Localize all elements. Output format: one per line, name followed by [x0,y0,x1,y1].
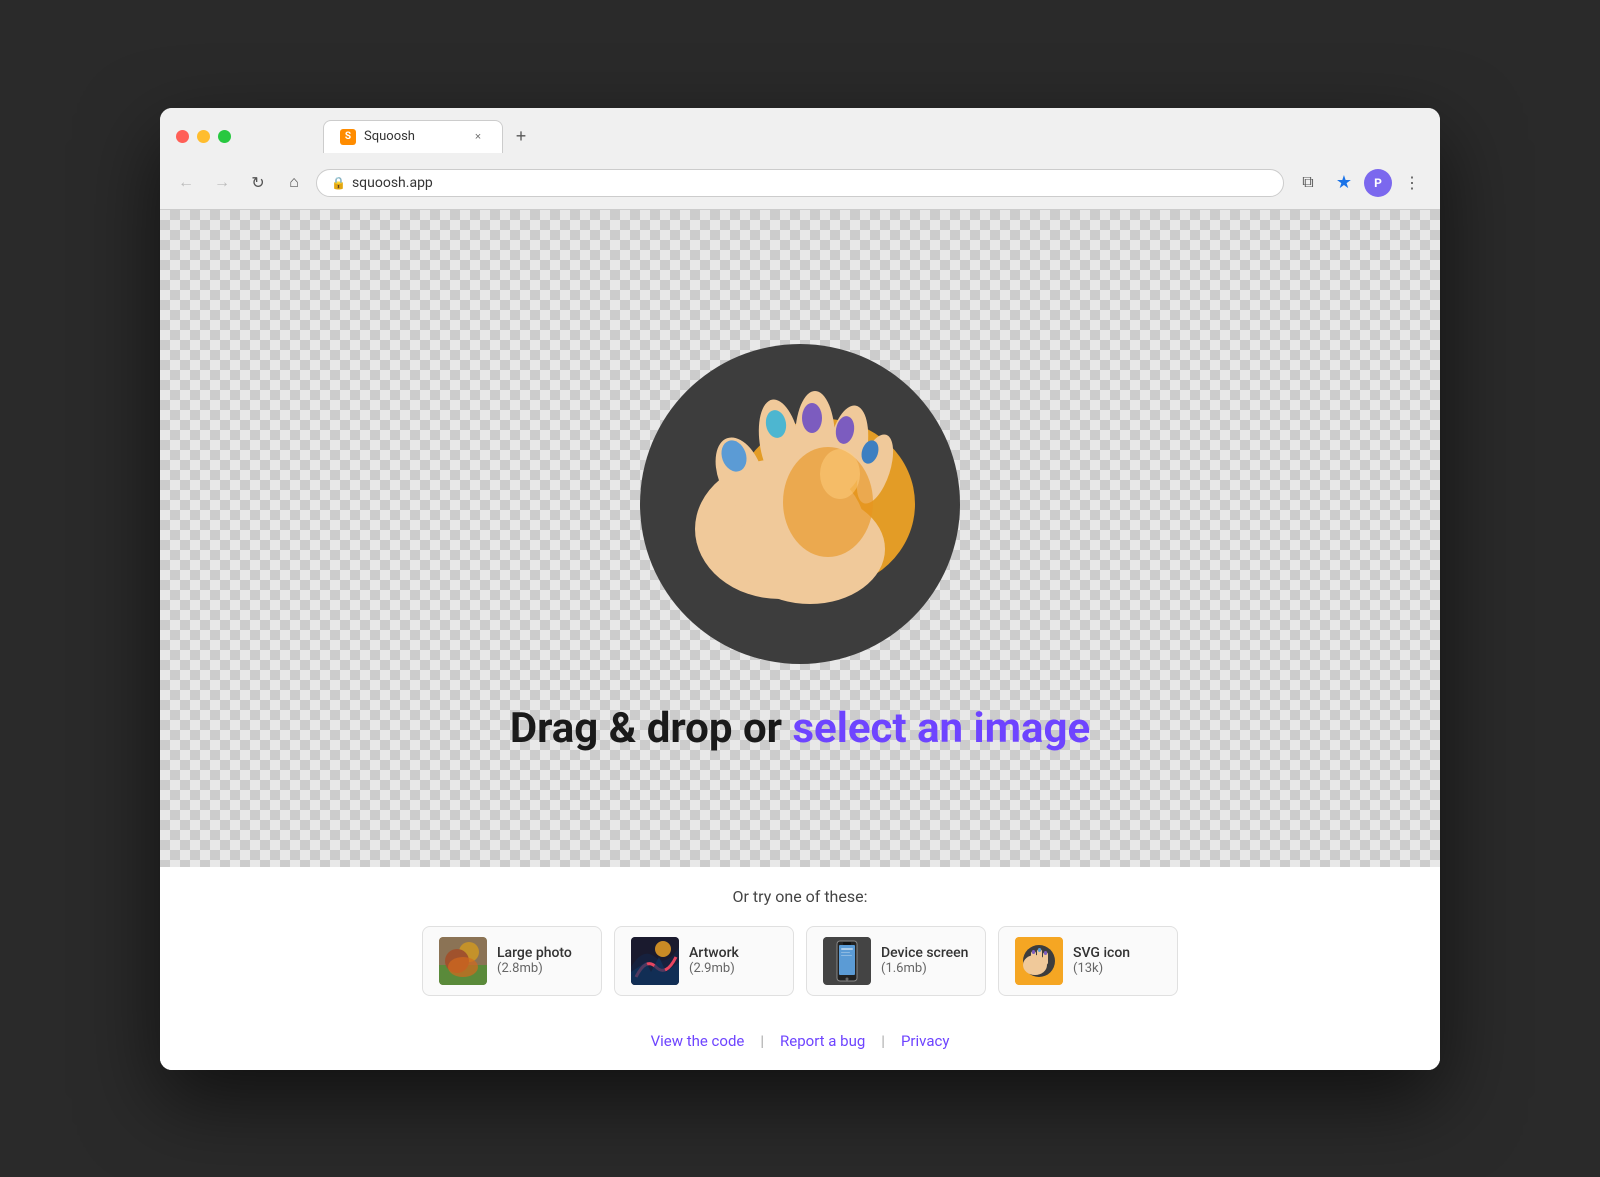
sample-info-artwork: Artwork (2.9mb) [689,945,739,976]
bottom-section: Or try one of these: [160,867,1440,1070]
report-bug-link[interactable]: Report a bug [764,1032,881,1050]
tab-close-button[interactable]: × [470,129,486,145]
sample-name-artwork: Artwork [689,945,739,961]
select-image-text: select an image [792,704,1090,753]
back-button[interactable]: ← [172,169,200,197]
new-tab-button[interactable]: + [507,123,535,151]
browser-actions: ⧉ ★ P ⋮ [1292,167,1428,199]
address-bar: ← → ↻ ⌂ 🔒 squoosh.app ⧉ ★ P ⋮ [160,161,1440,209]
window-controls [176,130,231,143]
heading-area: Drag & drop or select an image [510,704,1090,753]
sample-svg-icon[interactable]: SVG icon (13k) [998,926,1178,996]
sample-size-photo: (2.8mb) [497,961,572,976]
profile-avatar[interactable]: P [1364,169,1392,197]
url-text: squoosh.app [352,175,1269,191]
active-tab[interactable]: S Squoosh × [323,120,503,153]
bookmark-button[interactable]: ★ [1328,167,1360,199]
url-field[interactable]: 🔒 squoosh.app [316,169,1284,197]
sample-thumb-device [823,937,871,985]
minimize-button[interactable] [197,130,210,143]
sample-artwork[interactable]: Artwork (2.9mb) [614,926,794,996]
sample-device-screen[interactable]: Device screen (1.6mb) [806,926,986,996]
squoosh-logo [640,344,960,664]
sample-thumb-photo [439,937,487,985]
tab-bar: S Squoosh × + [243,120,615,153]
drop-zone[interactable]: Drag & drop or select an image [160,210,1440,867]
drag-drop-text: Drag & drop or select an image [510,704,1090,753]
reload-button[interactable]: ↻ [244,169,272,197]
sample-size-artwork: (2.9mb) [689,961,739,976]
sample-name-device: Device screen [881,945,968,961]
browser-window: S Squoosh × + ← → ↻ ⌂ 🔒 squoosh.app ⧉ ★ … [160,108,1440,1070]
logo-illustration [670,374,930,634]
close-button[interactable] [176,130,189,143]
lock-icon: 🔒 [331,176,346,190]
page-content: Drag & drop or select an image Or try on… [160,210,1440,1070]
menu-button[interactable]: ⋮ [1396,167,1428,199]
browser-chrome: S Squoosh × + ← → ↻ ⌂ 🔒 squoosh.app ⧉ ★ … [160,108,1440,210]
title-bar: S Squoosh × + [160,108,1440,161]
forward-button[interactable]: → [208,169,236,197]
sample-large-photo[interactable]: Large photo (2.8mb) [422,926,602,996]
maximize-button[interactable] [218,130,231,143]
privacy-link[interactable]: Privacy [885,1032,965,1050]
footer-links: View the code | Report a bug | Privacy [635,1016,966,1070]
sample-info-photo: Large photo (2.8mb) [497,945,572,976]
view-code-link[interactable]: View the code [635,1032,761,1050]
sample-thumb-svg [1015,937,1063,985]
tab-title: Squoosh [364,129,462,144]
sample-thumb-artwork [631,937,679,985]
sample-name-svg: SVG icon [1073,945,1130,961]
sample-name-photo: Large photo [497,945,572,961]
sample-size-device: (1.6mb) [881,961,968,976]
home-button[interactable]: ⌂ [280,169,308,197]
sample-images-row: Large photo (2.8mb) [422,926,1178,996]
or-try-label: Or try one of these: [733,887,868,906]
sample-size-svg: (13k) [1073,961,1130,976]
sample-info-svg: SVG icon (13k) [1073,945,1130,976]
external-link-button[interactable]: ⧉ [1292,167,1324,199]
tab-favicon: S [340,129,356,145]
sample-info-device: Device screen (1.6mb) [881,945,968,976]
